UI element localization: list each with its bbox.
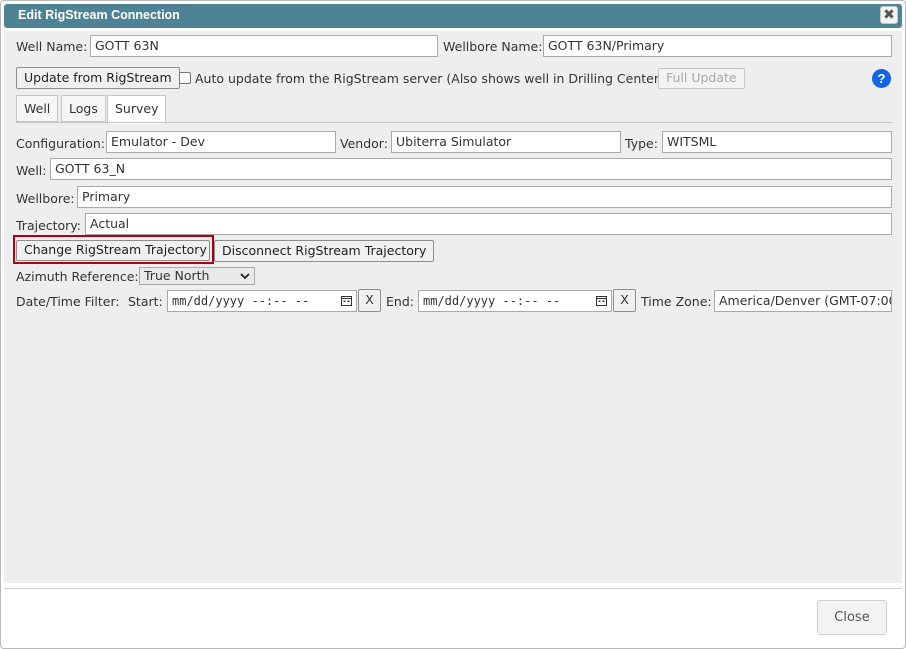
type-field[interactable]: WITSML — [662, 131, 892, 153]
well-label: Well: — [16, 163, 47, 178]
timezone-label: Time Zone: — [641, 294, 712, 309]
dialog-title: Edit RigStream Connection — [18, 8, 180, 22]
tab-survey[interactable]: Survey — [107, 95, 167, 124]
tab-divider — [16, 122, 892, 123]
configuration-label: Configuration: — [16, 136, 105, 151]
vendor-field[interactable]: Ubiterra Simulator — [391, 131, 621, 153]
azimuth-reference-label: Azimuth Reference: — [16, 269, 139, 284]
start-label: Start: — [128, 294, 163, 309]
dialog-content: Well Name: GOTT 63N Wellbore Name: GOTT … — [4, 31, 902, 583]
edit-rigstream-dialog: Edit RigStream Connection ✖ Well Name: G… — [0, 0, 906, 649]
tab-logs[interactable]: Logs — [61, 95, 106, 122]
full-update-button[interactable]: Full Update — [658, 68, 745, 89]
wellbore-name-label: Wellbore Name: — [443, 39, 543, 54]
end-datetime-input[interactable]: mm/dd/yyyy --:-- -- — [418, 290, 612, 312]
wellbore-name-field[interactable]: GOTT 63N/Primary — [543, 35, 892, 57]
trajectory-field[interactable]: Actual — [85, 213, 892, 235]
close-button[interactable]: Close — [817, 600, 887, 635]
change-trajectory-button[interactable]: Change RigStream Trajectory — [16, 240, 210, 261]
datetime-filter-label: Date/Time Filter: — [16, 294, 120, 309]
start-datetime-placeholder: mm/dd/yyyy --:-- -- — [172, 294, 310, 308]
end-label: End: — [386, 294, 414, 309]
auto-update-label: Auto update from the RigStream server (A… — [195, 71, 664, 86]
well-name-label: Well Name: — [16, 39, 88, 54]
auto-update-checkbox[interactable] — [179, 72, 191, 84]
wellbore-field[interactable]: Primary — [77, 186, 892, 208]
dialog-titlebar: Edit RigStream Connection ✖ — [4, 4, 902, 28]
azimuth-reference-select[interactable]: True North — [139, 267, 255, 285]
calendar-icon[interactable] — [341, 295, 352, 306]
wellbore-label: Wellbore: — [16, 191, 75, 206]
clear-start-button[interactable]: X — [358, 289, 381, 312]
end-datetime-placeholder: mm/dd/yyyy --:-- -- — [423, 294, 561, 308]
start-datetime-input[interactable]: mm/dd/yyyy --:-- -- — [167, 290, 357, 312]
tab-well[interactable]: Well — [16, 95, 59, 122]
close-icon[interactable]: ✖ — [880, 6, 898, 24]
update-from-rigstream-button[interactable]: Update from RigStream — [16, 67, 180, 89]
timezone-field[interactable]: America/Denver (GMT-07:00) — [714, 290, 892, 312]
footer-divider — [4, 588, 902, 589]
configuration-field[interactable]: Emulator - Dev — [106, 131, 336, 153]
disconnect-trajectory-button[interactable]: Disconnect RigStream Trajectory — [214, 240, 435, 262]
well-name-field[interactable]: GOTT 63N — [90, 35, 438, 57]
azimuth-reference-value: True North — [144, 268, 210, 283]
well-field[interactable]: GOTT 63_N — [50, 158, 892, 180]
type-label: Type: — [625, 136, 658, 151]
trajectory-label: Trajectory: — [16, 218, 82, 233]
vendor-label: Vendor: — [340, 136, 388, 151]
clear-end-button[interactable]: X — [613, 289, 636, 312]
help-icon[interactable]: ? — [872, 69, 891, 88]
chevron-down-icon — [240, 273, 250, 280]
calendar-icon[interactable] — [596, 295, 607, 306]
